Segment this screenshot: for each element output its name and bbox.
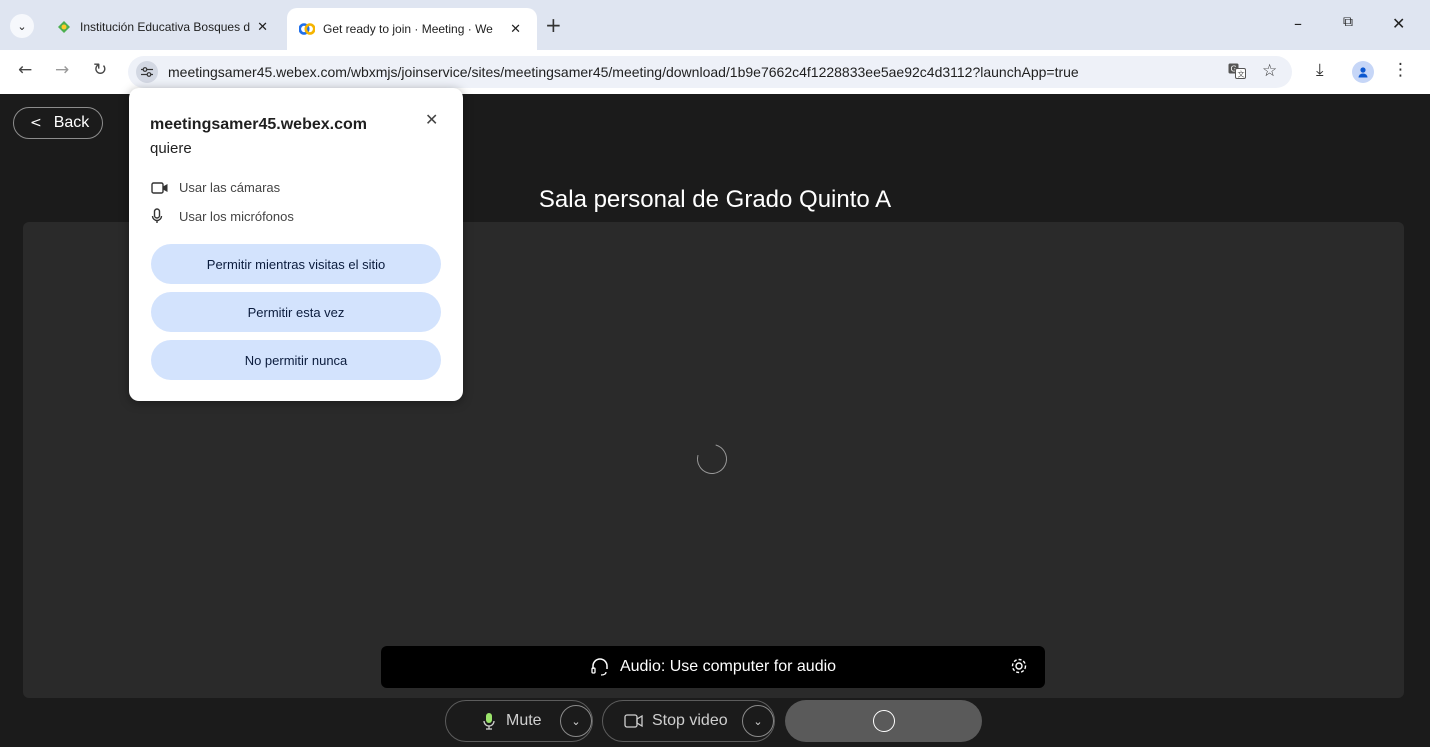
mute-options-chevron-icon[interactable]: ⌄ [560, 705, 592, 737]
tab-close-icon[interactable]: ✕ [510, 22, 521, 37]
site-settings-icon[interactable] [136, 61, 158, 83]
forward-arrow-icon[interactable]: → [55, 60, 69, 80]
back-label: Back [53, 114, 90, 131]
mute-label: Mute [506, 712, 542, 729]
menu-kebab-icon[interactable]: ⋮ [1392, 60, 1409, 80]
translate-icon[interactable]: G文 [1228, 63, 1246, 83]
stop-video-button[interactable]: Stop video ⌄ [602, 700, 775, 742]
permission-dialog: meetingsamer45.webex.com quiere ✕ Usar l… [129, 88, 463, 401]
tab-title: Get ready to join · Meeting · We [323, 22, 493, 36]
minimize-icon[interactable]: – [1294, 14, 1302, 33]
new-tab-plus-icon[interactable]: + [545, 13, 562, 37]
tab-search-chevron-icon[interactable]: ⌄ [10, 14, 34, 38]
bookmark-star-icon[interactable]: ☆ [1262, 61, 1277, 81]
permission-camera-label: Usar las cámaras [179, 180, 281, 195]
svg-text:文: 文 [1238, 70, 1245, 79]
back-arrow-icon[interactable]: ← [18, 60, 32, 80]
permission-mic-row: Usar los micrófonos [151, 208, 294, 224]
audio-settings-gear-icon[interactable] [1009, 656, 1029, 676]
camera-icon [624, 713, 644, 729]
audio-label: Audio: Use computer for audio [619, 658, 837, 675]
microphone-icon [151, 208, 169, 224]
stop-video-label: Stop video [652, 712, 728, 729]
tab-webex-meeting[interactable]: Get ready to join · Meeting · We ✕ [287, 8, 537, 50]
join-meeting-button[interactable] [785, 700, 982, 742]
permission-wants: quiere [150, 140, 192, 157]
audio-selector[interactable]: Audio: Use computer for audio [381, 646, 1045, 688]
permission-close-icon[interactable]: ✕ [425, 110, 438, 129]
tab-title: Institución Educativa Bosques d [80, 20, 250, 34]
chevron-left-icon: < [30, 115, 42, 131]
loading-ring-icon [872, 710, 895, 732]
profile-avatar-icon[interactable] [1352, 61, 1374, 83]
permission-camera-row: Usar las cámaras [151, 180, 280, 195]
allow-this-time-button[interactable]: Permitir esta vez [151, 292, 441, 332]
url-text: meetingsamer45.webex.com/wbxmjs/joinserv… [168, 64, 1079, 80]
tab-close-icon[interactable]: ✕ [257, 20, 268, 35]
microphone-icon [482, 712, 496, 730]
allow-while-visiting-button[interactable]: Permitir mientras visitas el sitio [151, 244, 441, 284]
school-favicon-icon [56, 19, 72, 35]
headset-icon [590, 657, 610, 677]
never-allow-button[interactable]: No permitir nunca [151, 340, 441, 380]
download-icon[interactable]: ⤓ [1316, 60, 1324, 80]
permission-site: meetingsamer45.webex.com [150, 116, 367, 133]
video-options-chevron-icon[interactable]: ⌄ [742, 705, 774, 737]
reload-icon[interactable]: ↻ [93, 60, 107, 80]
restore-icon[interactable]: ⧉ [1343, 14, 1353, 30]
window-close-icon[interactable]: ✕ [1392, 14, 1405, 33]
back-button[interactable]: < Back [13, 107, 103, 139]
tab-institucion[interactable]: Institución Educativa Bosques d ✕ [48, 12, 282, 42]
permission-mic-label: Usar los micrófonos [179, 208, 294, 224]
camera-icon [151, 181, 169, 195]
mute-button[interactable]: Mute ⌄ [445, 700, 593, 742]
webex-favicon-icon [299, 21, 315, 37]
address-bar[interactable]: meetingsamer45.webex.com/wbxmjs/joinserv… [128, 56, 1292, 88]
tab-strip: ⌄ Institución Educativa Bosques d ✕ Get … [0, 0, 1430, 50]
